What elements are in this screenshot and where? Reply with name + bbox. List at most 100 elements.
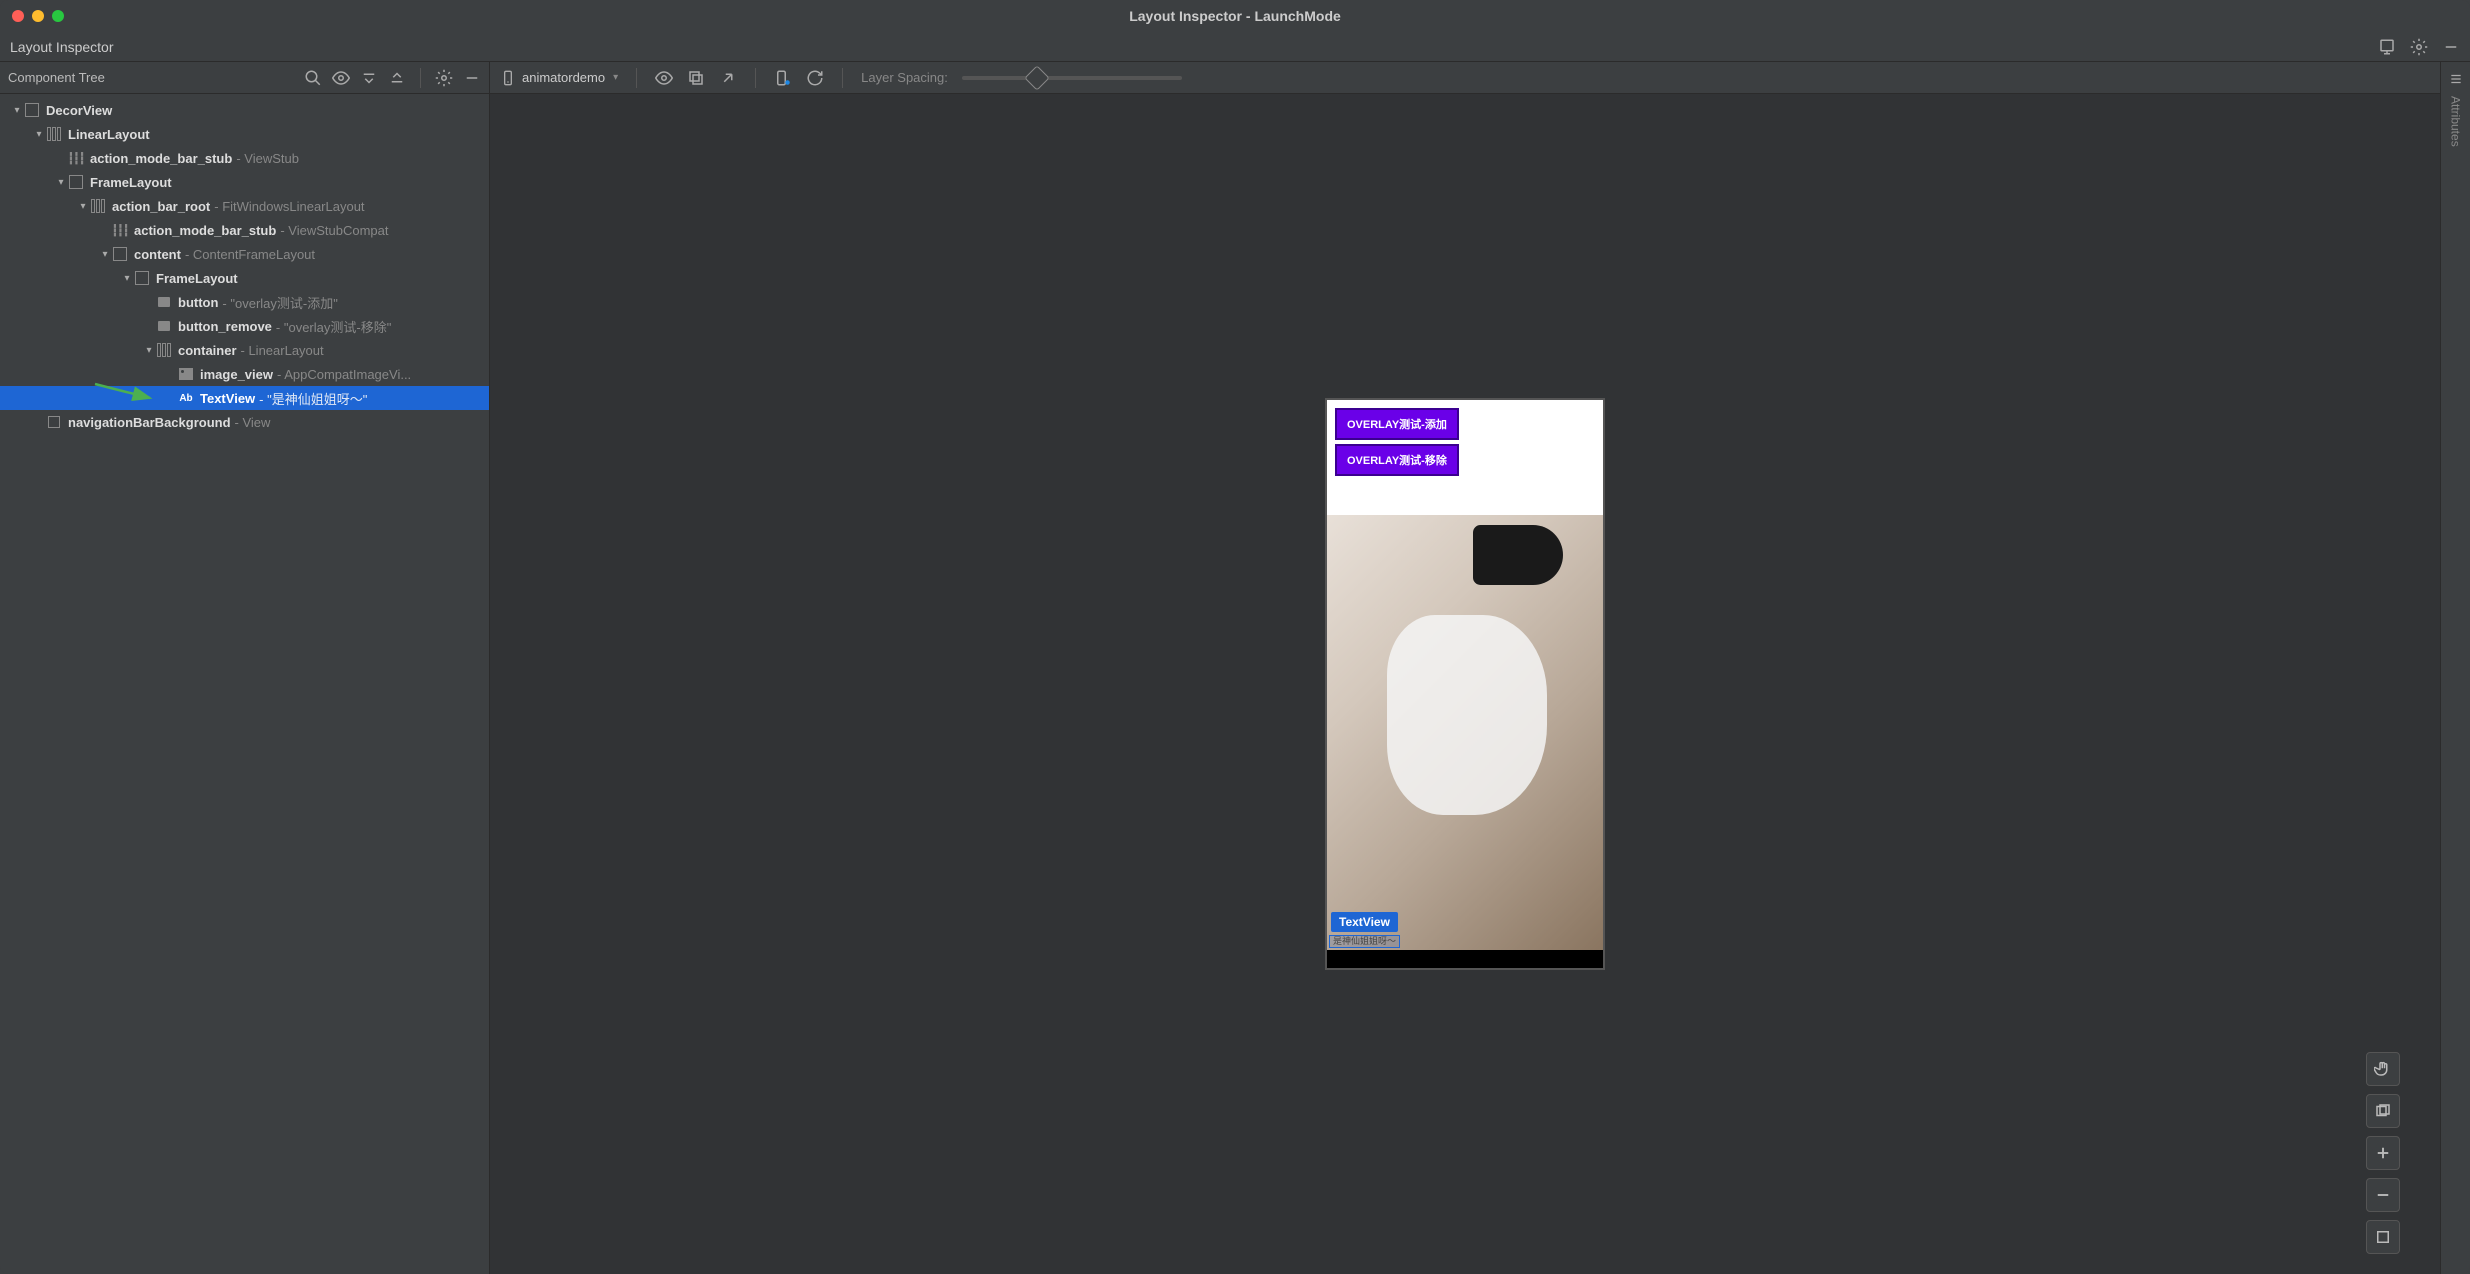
node-type-icon [24, 102, 40, 118]
node-name: navigationBarBackground [68, 415, 231, 430]
node-name: TextView [200, 391, 255, 406]
refresh-icon[interactable] [806, 69, 824, 87]
attributes-tab-icon [2449, 72, 2463, 86]
tree-node[interactable]: ▾ container - LinearLayout [0, 338, 489, 362]
tree-node[interactable]: button - "overlay测试-添加" [0, 290, 489, 314]
preview-navbar [1327, 950, 1603, 970]
node-type-icon [46, 126, 62, 142]
tree-node[interactable]: ▾ content - ContentFrameLayout [0, 242, 489, 266]
device-frame: OVERLAY测试-添加 OVERLAY测试-移除 TextView 是神仙姐姐… [1325, 398, 1605, 970]
component-tree-panel: Component Tree ▾DecorView▾LinearLayout┇┇… [0, 62, 490, 1274]
attributes-tab-rail[interactable]: Attributes [2440, 62, 2470, 1274]
node-suffix: - LinearLayout [241, 343, 324, 358]
pan-hand-button[interactable] [2366, 1052, 2400, 1086]
node-suffix: - ViewStub [236, 151, 299, 166]
tree-node[interactable]: ▾DecorView [0, 98, 489, 122]
chevron-icon: ▾ [142, 345, 156, 356]
attributes-tab-label: Attributes [2449, 96, 2463, 147]
preview-button-remove: OVERLAY测试-移除 [1335, 444, 1459, 476]
chevron-icon: ▾ [32, 129, 46, 140]
overlay-icon[interactable] [687, 69, 705, 87]
separator [755, 68, 756, 88]
separator [636, 68, 637, 88]
node-name: image_view [200, 367, 273, 382]
node-name: button_remove [178, 319, 272, 334]
window-title: Layout Inspector - LaunchMode [1129, 8, 1341, 24]
tree-node[interactable]: button_remove - "overlay测试-移除" [0, 314, 489, 338]
node-name: content [134, 247, 181, 262]
chevron-down-icon: ▾ [613, 72, 618, 83]
node-name: FrameLayout [156, 271, 238, 286]
node-type-icon [112, 246, 128, 262]
collapse-icon[interactable] [388, 69, 406, 87]
component-tree[interactable]: ▾DecorView▾LinearLayout┇┇┇action_mode_ba… [0, 94, 489, 1274]
node-name: button [178, 295, 218, 310]
tree-node[interactable]: ▾ FrameLayout [0, 266, 489, 290]
preview-panel: animatordemo ▾ Layer Spacing: [490, 62, 2440, 1274]
node-type-icon [68, 174, 84, 190]
chevron-icon: ▾ [54, 177, 68, 188]
popout-icon[interactable] [719, 69, 737, 87]
node-name: action_mode_bar_stub [90, 151, 232, 166]
node-name: action_mode_bar_stub [134, 223, 276, 238]
minimize-icon[interactable] [2442, 38, 2460, 56]
node-suffix: - "overlay测试-移除" [276, 317, 391, 336]
node-suffix: - ViewStubCompat [280, 223, 388, 238]
node-name: action_bar_root [112, 199, 210, 214]
devices-icon[interactable] [2378, 38, 2396, 56]
node-suffix: - View [235, 415, 271, 430]
tree-node[interactable]: image_view - AppCompatImageVi... [0, 362, 489, 386]
eye-icon[interactable] [332, 69, 350, 87]
node-name: container [178, 343, 237, 358]
chevron-icon: ▾ [120, 273, 134, 284]
gear-icon[interactable] [2410, 38, 2428, 56]
expand-icon[interactable] [360, 69, 378, 87]
zoom-in-button[interactable] [2366, 1136, 2400, 1170]
node-name: FrameLayout [90, 175, 172, 190]
tree-node[interactable]: navigationBarBackground - View [0, 410, 489, 434]
close-window-button[interactable] [12, 10, 24, 22]
tree-node[interactable]: ┇┇┇action_mode_bar_stub - ViewStubCompat [0, 218, 489, 242]
node-type-icon [178, 366, 194, 382]
device-select-dropdown[interactable]: animatordemo ▾ [500, 70, 618, 86]
chevron-icon: ▾ [76, 201, 90, 212]
node-type-icon: Ab [178, 390, 194, 406]
selection-highlight: 是神仙姐姐呀～ [1329, 935, 1400, 948]
zoom-fit-button[interactable] [2366, 1220, 2400, 1254]
node-type-icon [156, 342, 172, 358]
maximize-window-button[interactable] [52, 10, 64, 22]
separator [420, 68, 421, 88]
node-name: LinearLayout [68, 127, 150, 142]
tree-node[interactable]: ▾ LinearLayout [0, 122, 489, 146]
live-updates-icon[interactable] [774, 69, 792, 87]
device-name: animatordemo [522, 70, 605, 85]
tree-node[interactable]: ┇┇┇ action_mode_bar_stub - ViewStub [0, 146, 489, 170]
search-icon[interactable] [304, 69, 322, 87]
mode-3d-button[interactable] [2366, 1094, 2400, 1128]
layer-spacing-label: Layer Spacing: [861, 70, 948, 85]
layer-spacing-slider[interactable] [962, 76, 1182, 80]
preview-button-add: OVERLAY测试-添加 [1335, 408, 1459, 440]
layout-preview-canvas[interactable]: OVERLAY测试-添加 OVERLAY测试-移除 TextView 是神仙姐姐… [490, 94, 2440, 1274]
eye-icon[interactable] [655, 69, 673, 87]
tree-node[interactable]: ▾ action_bar_root - FitWindowsLinearLayou… [0, 194, 489, 218]
node-suffix: - FitWindowsLinearLayout [214, 199, 364, 214]
tree-node[interactable]: ▾ FrameLayout [0, 170, 489, 194]
node-type-icon: ┇┇┇ [68, 150, 84, 166]
device-icon [500, 70, 516, 86]
gear-icon[interactable] [435, 69, 453, 87]
zoom-out-button[interactable] [2366, 1178, 2400, 1212]
node-suffix: - ContentFrameLayout [185, 247, 315, 262]
chevron-icon: ▾ [10, 105, 24, 116]
selection-label: TextView [1331, 912, 1398, 932]
minimize-window-button[interactable] [32, 10, 44, 22]
node-type-icon [156, 294, 172, 310]
chevron-icon: ▾ [98, 249, 112, 260]
preview-image [1327, 515, 1603, 950]
tree-node[interactable]: AbTextView - "是神仙姐姐呀～" [0, 386, 489, 410]
minimize-icon[interactable] [463, 69, 481, 87]
tool-subtitle-bar: Layout Inspector [0, 32, 2470, 62]
panel-title: Component Tree [8, 70, 105, 85]
subtitle: Layout Inspector [10, 39, 114, 55]
node-type-icon [156, 318, 172, 334]
